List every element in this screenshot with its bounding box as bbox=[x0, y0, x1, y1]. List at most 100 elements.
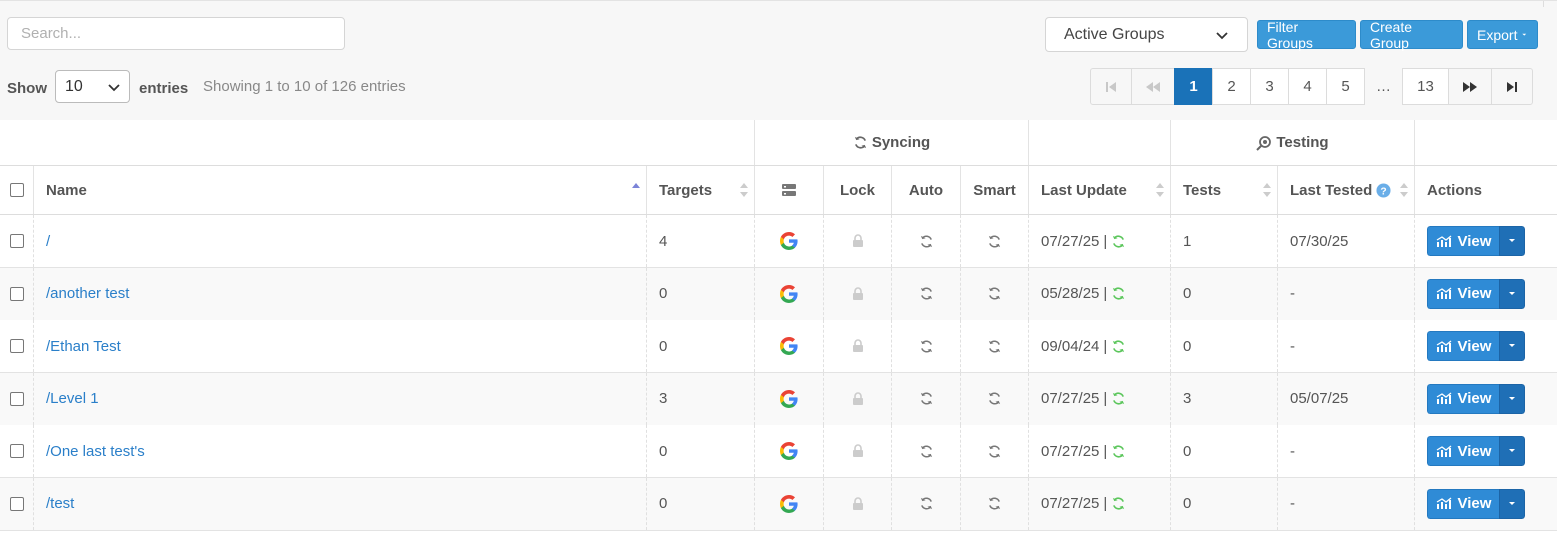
view-dropdown-toggle[interactable] bbox=[1499, 488, 1525, 519]
filter-groups-button[interactable]: Filter Groups bbox=[1257, 18, 1356, 51]
lock-icon[interactable] bbox=[851, 496, 865, 511]
export-button[interactable]: Export bbox=[1467, 20, 1538, 49]
resync-icon[interactable] bbox=[1111, 444, 1126, 459]
row-checkbox[interactable] bbox=[9, 444, 24, 458]
last-update-value: 07/27/25 bbox=[1041, 232, 1100, 250]
last-update-cell: 07/27/25 | bbox=[1028, 425, 1170, 477]
last-update-value: 07/27/25 bbox=[1041, 442, 1100, 460]
auto-sync-icon[interactable] bbox=[919, 286, 934, 301]
row-checkbox[interactable] bbox=[9, 496, 24, 511]
column-auto: Auto bbox=[891, 166, 960, 214]
view-button[interactable]: View bbox=[1427, 331, 1499, 361]
last-update-group: 07/27/25 | bbox=[1041, 233, 1126, 250]
last-page-icon bbox=[1507, 81, 1517, 92]
table-row: /Ethan Test 0 09/04/24 | 0 - View bbox=[0, 320, 1557, 373]
page-button-1[interactable]: 1 bbox=[1174, 68, 1213, 105]
group-name-link[interactable]: /Level 1 bbox=[46, 390, 99, 407]
column-targets[interactable]: Targets bbox=[646, 166, 754, 214]
group-name-link[interactable]: /another test bbox=[46, 285, 129, 302]
group-testing-label: Testing bbox=[1276, 134, 1329, 151]
last-page-button[interactable] bbox=[1491, 68, 1533, 105]
page-button-3[interactable]: 3 bbox=[1250, 68, 1289, 105]
lock-icon[interactable] bbox=[851, 339, 865, 353]
page-length-select[interactable]: 10 bbox=[55, 70, 130, 103]
resync-icon[interactable] bbox=[1111, 391, 1126, 406]
lock-icon[interactable] bbox=[851, 234, 865, 248]
last-update-value: 07/27/25 bbox=[1041, 495, 1100, 512]
source-cell bbox=[754, 477, 823, 530]
lock-icon[interactable] bbox=[851, 444, 865, 458]
view-dropdown-toggle[interactable] bbox=[1499, 278, 1525, 309]
targets-value: 3 bbox=[659, 390, 668, 407]
tests-value: 0 bbox=[1183, 495, 1192, 512]
group-status-select[interactable]: Active Groups bbox=[1045, 17, 1248, 52]
search-input[interactable] bbox=[7, 17, 345, 50]
view-dropdown-toggle[interactable] bbox=[1499, 383, 1525, 414]
group-name-link[interactable]: /One last test's bbox=[46, 443, 145, 460]
smart-sync-icon[interactable] bbox=[987, 234, 1002, 249]
view-button[interactable]: View bbox=[1427, 383, 1499, 414]
view-button[interactable]: View bbox=[1427, 226, 1499, 256]
last-tested-cell: - bbox=[1277, 320, 1414, 372]
view-dropdown-toggle[interactable] bbox=[1499, 436, 1525, 466]
view-dropdown-toggle[interactable] bbox=[1499, 331, 1525, 361]
row-checkbox[interactable] bbox=[9, 286, 24, 301]
auto-sync-icon[interactable] bbox=[919, 234, 934, 249]
page-button-2[interactable]: 2 bbox=[1212, 68, 1251, 105]
previous-page-button[interactable] bbox=[1131, 68, 1175, 105]
group-name-link[interactable]: /Ethan Test bbox=[46, 338, 121, 355]
row-checkbox[interactable] bbox=[9, 339, 24, 353]
smart-sync-icon[interactable] bbox=[987, 496, 1002, 511]
page-number: 2 bbox=[1227, 78, 1236, 95]
group-name-link[interactable]: / bbox=[46, 233, 50, 250]
resync-icon[interactable] bbox=[1111, 339, 1126, 354]
table-row: /Level 1 3 07/27/25 | 3 05/07/25 View bbox=[0, 372, 1557, 426]
create-group-button[interactable]: Create Group bbox=[1360, 19, 1463, 51]
name-cell: /another test bbox=[33, 267, 646, 320]
row-checkbox[interactable] bbox=[9, 234, 24, 248]
smart-sync-icon[interactable] bbox=[987, 391, 1002, 406]
lock-icon[interactable] bbox=[851, 286, 865, 301]
row-checkbox[interactable] bbox=[9, 391, 24, 406]
column-tests[interactable]: Tests bbox=[1170, 166, 1277, 214]
first-page-button[interactable] bbox=[1090, 68, 1132, 105]
group-name-link[interactable]: /test bbox=[46, 495, 74, 512]
actions-cell: View bbox=[1414, 320, 1557, 372]
auto-sync-icon[interactable] bbox=[919, 391, 934, 406]
tests-cell: 0 bbox=[1170, 320, 1277, 372]
view-label: View bbox=[1457, 285, 1492, 302]
page-button-last-number[interactable]: 13 bbox=[1402, 68, 1449, 105]
auto-sync-icon[interactable] bbox=[919, 339, 934, 354]
sort-icon bbox=[1263, 183, 1271, 197]
view-split-button: View bbox=[1427, 278, 1525, 309]
smart-sync-icon[interactable] bbox=[987, 286, 1002, 301]
view-button[interactable]: View bbox=[1427, 278, 1499, 309]
group-testing: Testing bbox=[1170, 120, 1414, 165]
view-button[interactable]: View bbox=[1427, 488, 1499, 519]
resync-icon[interactable] bbox=[1111, 496, 1126, 511]
resync-icon[interactable] bbox=[1111, 234, 1126, 249]
lock-icon[interactable] bbox=[851, 391, 865, 406]
help-icon[interactable]: ? bbox=[1376, 182, 1391, 198]
page-number: 1 bbox=[1189, 78, 1198, 95]
tests-value: 1 bbox=[1183, 232, 1192, 250]
smart-sync-icon[interactable] bbox=[987, 339, 1002, 354]
targets-cell: 0 bbox=[646, 320, 754, 372]
lock-cell bbox=[823, 425, 891, 477]
auto-sync-icon[interactable] bbox=[919, 496, 934, 511]
select-all-checkbox[interactable] bbox=[9, 183, 24, 197]
page-button-5[interactable]: 5 bbox=[1326, 68, 1365, 105]
view-dropdown-toggle[interactable] bbox=[1499, 226, 1525, 256]
page-button-4[interactable]: 4 bbox=[1288, 68, 1327, 105]
column-last-tested[interactable]: Last Tested ? bbox=[1277, 166, 1414, 214]
column-last-tested-label: Last Tested bbox=[1290, 181, 1373, 199]
last-update-value: 05/28/25 bbox=[1041, 285, 1100, 302]
filter-groups-label: Filter Groups bbox=[1267, 18, 1313, 51]
column-name[interactable]: Name bbox=[33, 166, 646, 214]
auto-sync-icon[interactable] bbox=[919, 444, 934, 459]
smart-sync-icon[interactable] bbox=[987, 444, 1002, 459]
resync-icon[interactable] bbox=[1111, 286, 1126, 301]
next-page-button[interactable] bbox=[1448, 68, 1492, 105]
column-last-update[interactable]: Last Update bbox=[1028, 166, 1170, 214]
view-button[interactable]: View bbox=[1427, 436, 1499, 466]
